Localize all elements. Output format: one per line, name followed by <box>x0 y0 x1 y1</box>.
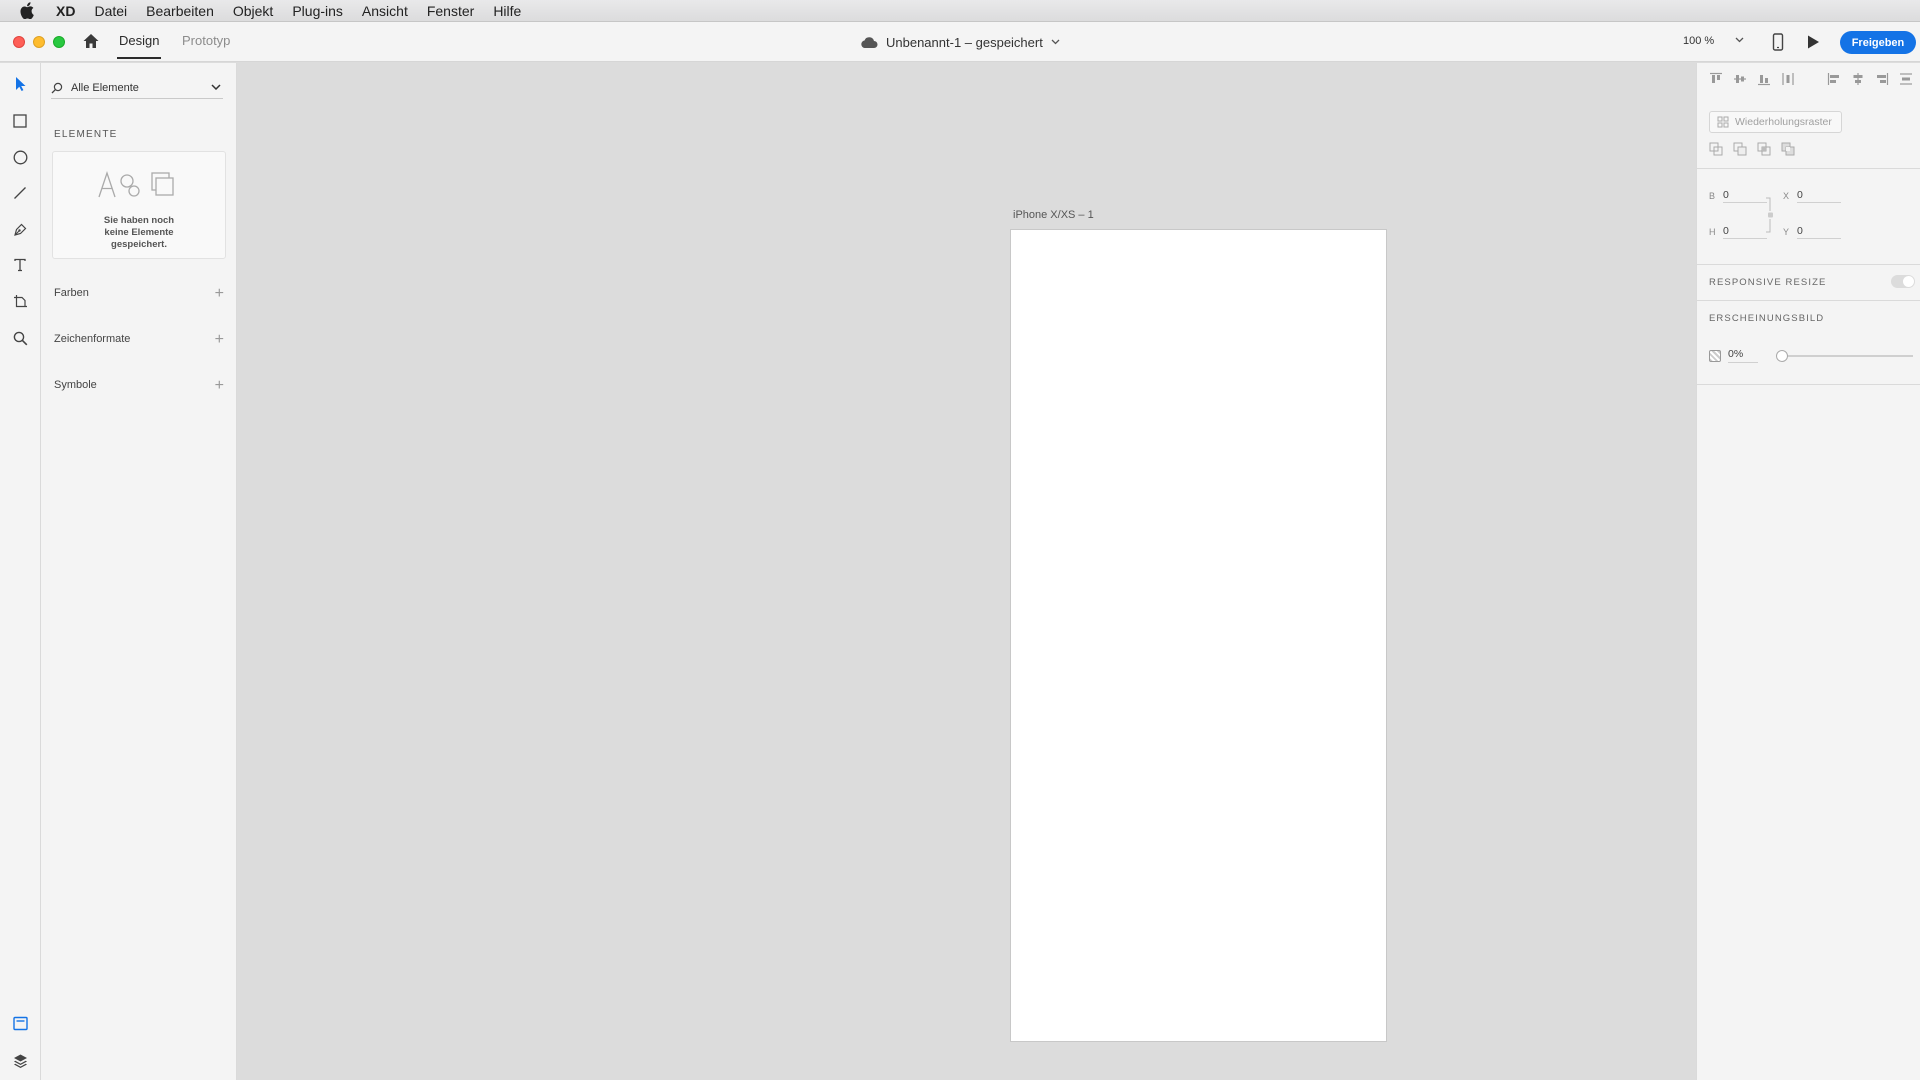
boolean-intersect-icon[interactable] <box>1757 142 1771 156</box>
artboard-label[interactable]: iPhone X/XS – 1 <box>1013 209 1094 221</box>
window-close-button[interactable] <box>13 36 25 48</box>
opacity-field[interactable]: 0% <box>1728 348 1758 363</box>
add-character-style-icon[interactable]: + <box>215 331 224 349</box>
add-color-icon[interactable]: + <box>215 285 224 303</box>
asset-filter-dropdown[interactable]: Alle Elemente <box>51 77 223 99</box>
asset-filter-label: Alle Elemente <box>71 81 139 94</box>
home-icon[interactable] <box>82 32 100 50</box>
align-left-icon[interactable] <box>1827 72 1841 86</box>
align-bottom-icon[interactable] <box>1757 72 1771 86</box>
artboard-tool-icon[interactable] <box>11 292 29 310</box>
align-middle-icon[interactable] <box>1733 72 1747 86</box>
tool-bar <box>0 63 41 1080</box>
cloud-icon <box>861 37 878 48</box>
empty-assets-message: Sie haben noch keine Elemente gespeicher… <box>103 215 175 250</box>
align-center-icon[interactable] <box>1851 72 1865 86</box>
menu-ansicht[interactable]: Ansicht <box>362 3 408 19</box>
x-label: X <box>1783 191 1790 201</box>
property-inspector: Wiederholungsraster B 0 X 0 H 0 Y 0 RESP… <box>1696 63 1920 1080</box>
lock-aspect-icon[interactable] <box>1766 197 1774 233</box>
title-bar: Design Prototyp Unbenannt-1 – gespeicher… <box>0 22 1920 62</box>
character-styles-section[interactable]: Zeichenformate + <box>54 331 224 349</box>
chevron-down-icon <box>211 84 221 90</box>
colors-label: Farben <box>54 287 89 299</box>
layers-panel-icon[interactable] <box>11 1051 29 1069</box>
window-minimize-button[interactable] <box>33 36 45 48</box>
repeat-grid-label: Wiederholungsraster <box>1735 116 1832 128</box>
appearance-heading: ERSCHEINUNGSBILD <box>1709 313 1825 324</box>
assets-placeholder-icon <box>98 170 174 198</box>
empty-assets-card: Sie haben noch keine Elemente gespeicher… <box>52 151 226 259</box>
boolean-subtract-icon[interactable] <box>1733 142 1747 156</box>
tab-prototype[interactable]: Prototyp <box>182 33 230 48</box>
add-symbol-icon[interactable]: + <box>215 377 224 395</box>
x-field[interactable]: 0 <box>1797 189 1841 203</box>
y-field[interactable]: 0 <box>1797 225 1841 239</box>
elements-heading: ELEMENTE <box>54 129 118 140</box>
boolean-exclude-icon[interactable] <box>1781 142 1795 156</box>
y-label: Y <box>1783 227 1790 237</box>
width-label: B <box>1709 191 1716 201</box>
menu-bearbeiten[interactable]: Bearbeiten <box>146 3 214 19</box>
share-button[interactable]: Freigeben <box>1840 31 1916 54</box>
zoom-tool-icon[interactable] <box>11 329 29 347</box>
line-tool-icon[interactable] <box>11 184 29 202</box>
height-field[interactable]: 0 <box>1723 225 1767 239</box>
document-title-menu[interactable]: Unbenannt-1 – gespeichert <box>860 32 1060 52</box>
repeat-grid-button[interactable]: Wiederholungsraster <box>1709 111 1842 133</box>
boolean-add-icon[interactable] <box>1709 142 1723 156</box>
chevron-down-icon <box>1051 39 1060 45</box>
colors-section[interactable]: Farben + <box>54 285 224 303</box>
artboard[interactable] <box>1010 229 1387 1042</box>
design-canvas[interactable]: iPhone X/XS – 1 <box>237 63 1696 1080</box>
align-right-icon[interactable] <box>1875 72 1889 86</box>
zoom-level[interactable]: 100 % <box>1683 35 1714 47</box>
menu-fenster[interactable]: Fenster <box>427 3 474 19</box>
menu-plugins[interactable]: Plug-ins <box>292 3 343 19</box>
search-icon <box>51 82 63 93</box>
repeat-grid-icon <box>1717 116 1729 128</box>
divider <box>1697 168 1920 169</box>
select-tool-icon[interactable] <box>11 75 29 93</box>
assets-panel: Alle Elemente ELEMENTE Sie haben noch ke… <box>41 63 237 1080</box>
pen-tool-icon[interactable] <box>11 220 29 238</box>
menu-hilfe[interactable]: Hilfe <box>493 3 521 19</box>
tab-design[interactable]: Design <box>116 33 162 59</box>
opacity-slider-track[interactable] <box>1777 355 1913 357</box>
text-tool-icon[interactable] <box>11 256 29 274</box>
apple-icon[interactable] <box>20 2 36 20</box>
menu-bar: XD Datei Bearbeiten Objekt Plug-ins Ansi… <box>0 0 1920 22</box>
rectangle-tool-icon[interactable] <box>11 112 29 130</box>
align-top-icon[interactable] <box>1709 72 1723 86</box>
app-menu[interactable]: XD <box>56 3 75 19</box>
height-label: H <box>1709 227 1716 237</box>
divider <box>1697 264 1920 265</box>
divider <box>1697 384 1920 385</box>
assets-panel-icon[interactable] <box>11 1014 29 1032</box>
chevron-down-icon[interactable] <box>1735 37 1744 43</box>
ellipse-tool-icon[interactable] <box>11 148 29 166</box>
distribute-horizontal-icon[interactable] <box>1899 72 1913 86</box>
responsive-resize-toggle[interactable] <box>1891 275 1915 288</box>
divider <box>1697 300 1920 301</box>
distribute-vertical-icon[interactable] <box>1781 72 1795 86</box>
symbols-label: Symbole <box>54 379 97 391</box>
opacity-icon <box>1709 350 1721 362</box>
play-icon[interactable] <box>1806 34 1820 50</box>
responsive-resize-heading: RESPONSIVE RESIZE <box>1709 277 1827 288</box>
width-field[interactable]: 0 <box>1723 189 1767 203</box>
menu-objekt[interactable]: Objekt <box>233 3 273 19</box>
opacity-slider-thumb[interactable] <box>1776 350 1788 362</box>
character-styles-label: Zeichenformate <box>54 333 131 345</box>
device-preview-icon[interactable] <box>1772 33 1784 51</box>
window-maximize-button[interactable] <box>53 36 65 48</box>
menu-datei[interactable]: Datei <box>94 3 127 19</box>
symbols-section[interactable]: Symbole + <box>54 377 224 395</box>
document-title: Unbenannt-1 – gespeichert <box>886 34 1043 50</box>
